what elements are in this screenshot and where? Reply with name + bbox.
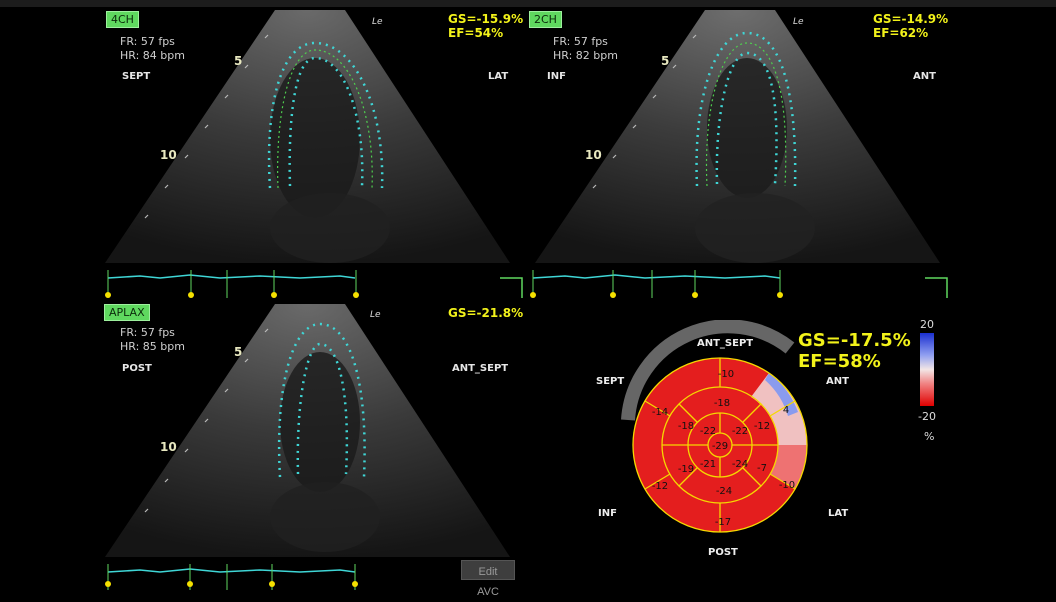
segment-apex: -29 bbox=[712, 441, 728, 452]
wall-label-left: SEPT bbox=[122, 71, 151, 82]
segment-mid-anterolateral: -12 bbox=[754, 421, 770, 432]
bullseye-wall-lat: LAT bbox=[828, 508, 849, 519]
echo-view-4ch: 4CH FR: 57 fps HR: 84 bpm SEPT LAT GS=-1… bbox=[100, 8, 525, 298]
segment-mid-anteroseptal: -18 bbox=[678, 421, 694, 432]
bullseye-wall-inf: INF bbox=[598, 508, 617, 519]
segment-mid-inferolateral: -7 bbox=[757, 463, 767, 474]
bullseye-wall-post: POST bbox=[708, 547, 738, 558]
segment-basal-anterior: -10 bbox=[718, 369, 734, 380]
global-strain-value: GS=-14.9% bbox=[873, 12, 949, 26]
segment-basal-anteroseptal: -14 bbox=[652, 407, 668, 418]
depth-marker-10: 10 bbox=[160, 440, 177, 454]
segment-apical-anterior: -22 bbox=[700, 426, 716, 437]
echo-view-aplax: APLAX FR: 57 fps HR: 85 bpm POST ANT_SEP… bbox=[100, 302, 525, 592]
segment-apical-lateral: -22 bbox=[732, 426, 748, 437]
segment-apical-septal: -21 bbox=[700, 459, 716, 470]
wall-label-right: ANT bbox=[913, 71, 936, 82]
probe-orientation-marker: Le bbox=[372, 17, 383, 27]
segment-basal-inferolateral: -10 bbox=[779, 480, 795, 491]
heart-rate-text: HR: 85 bpm bbox=[120, 340, 185, 353]
view-label-2ch[interactable]: 2CH bbox=[529, 11, 562, 28]
bullseye-wall-ant-sept: ANT_SEPT bbox=[697, 338, 754, 349]
segment-mid-inferior: -24 bbox=[716, 486, 732, 497]
probe-orientation-marker: Le bbox=[370, 310, 381, 320]
global-strain-value: GS=-15.9% bbox=[448, 12, 524, 26]
frame-rate-text: FR: 57 fps bbox=[120, 326, 175, 339]
ejection-fraction-value: EF=54% bbox=[448, 26, 504, 40]
wall-label-right: ANT_SEPT bbox=[452, 363, 509, 374]
segment-basal-anterolateral: 4 bbox=[783, 405, 789, 416]
segment-apical-inferior: -24 bbox=[732, 459, 748, 470]
frame-rate-text: FR: 57 fps bbox=[120, 35, 175, 48]
scale-max-label: 20 bbox=[920, 318, 934, 331]
segment-basal-inferior: -17 bbox=[715, 517, 731, 528]
frame-rate-text: FR: 57 fps bbox=[553, 35, 608, 48]
ejection-fraction-summary: EF=58% bbox=[798, 351, 881, 372]
global-strain-value: GS=-21.8% bbox=[448, 306, 524, 320]
top-toolbar-strip bbox=[0, 0, 1056, 7]
ejection-fraction-value: EF=62% bbox=[873, 26, 929, 40]
view-label-aplax[interactable]: APLAX bbox=[104, 304, 150, 321]
echo-view-2ch: 2CH FR: 57 fps HR: 82 bpm INF ANT GS=-14… bbox=[525, 8, 950, 298]
bullseye-wall-sept: SEPT bbox=[596, 376, 625, 387]
depth-marker-10: 10 bbox=[585, 148, 602, 162]
bullseye-wall-ant: ANT bbox=[826, 376, 849, 387]
wall-label-left: INF bbox=[547, 71, 566, 82]
heart-rate-text: HR: 84 bpm bbox=[120, 49, 185, 62]
scale-unit-label: % bbox=[924, 430, 935, 443]
segment-basal-inferoseptal: -12 bbox=[652, 481, 668, 492]
edit-avc-button[interactable]: Edit AVC bbox=[461, 560, 515, 598]
depth-marker-10: 10 bbox=[160, 148, 177, 162]
segment-mid-anterior: -18 bbox=[714, 398, 730, 409]
scale-min-label: -20 bbox=[918, 410, 936, 423]
heart-rate-text: HR: 82 bpm bbox=[553, 49, 618, 62]
global-strain-summary: GS=-17.5% bbox=[798, 330, 911, 351]
depth-marker-5: 5 bbox=[234, 345, 243, 359]
depth-marker-5: 5 bbox=[234, 54, 243, 68]
wall-label-right: LAT bbox=[488, 71, 509, 82]
view-label-4ch[interactable]: 4CH bbox=[106, 11, 139, 28]
wall-label-left: POST bbox=[122, 363, 152, 374]
depth-marker-5: 5 bbox=[661, 54, 670, 68]
probe-orientation-marker: Le bbox=[793, 17, 804, 27]
segment-mid-inferoseptal: -19 bbox=[678, 464, 694, 475]
strain-color-scale bbox=[920, 333, 934, 406]
